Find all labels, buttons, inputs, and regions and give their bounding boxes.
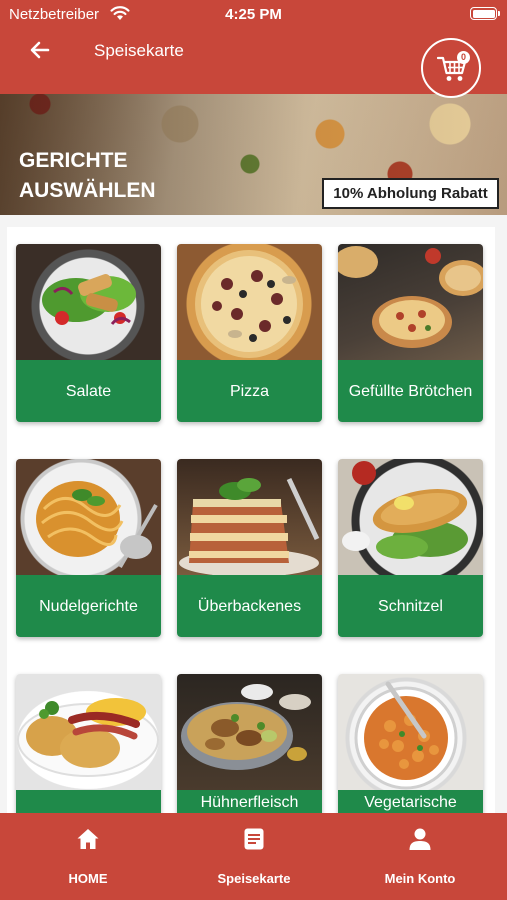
broetchen-image bbox=[338, 244, 483, 360]
nav-speisekarte-label: Speisekarte bbox=[217, 871, 291, 886]
category-label: Pizza bbox=[177, 360, 322, 422]
nav-speisekarte[interactable]: Speisekarte bbox=[194, 813, 314, 900]
category-card-gefuellte-broetchen[interactable]: Gefüllte Brötchen bbox=[338, 244, 483, 422]
veg-image bbox=[338, 674, 483, 790]
hero-banner: GERICHTE AUSWÄHLEN 10% Abholung Rabatt bbox=[0, 94, 507, 215]
nav-home-label: HOME bbox=[68, 871, 108, 886]
bottom-navigation: HOME Speisekarte Mein Konto bbox=[0, 813, 507, 900]
banner-title: GERICHTE AUSWÄHLEN bbox=[19, 149, 156, 202]
page-title: Speisekarte bbox=[94, 41, 184, 60]
category-label: Gefüllte Brötchen bbox=[338, 360, 483, 422]
lasagne-image bbox=[177, 459, 322, 577]
category-card-pizza[interactable]: Pizza bbox=[177, 244, 322, 422]
nav-mein-konto-label: Mein Konto bbox=[384, 871, 456, 886]
category-label: Vegetarische bbox=[338, 790, 483, 813]
status-bar: Netzbetreiber 4:25 PM bbox=[0, 0, 507, 28]
category-card-ueberbackenes[interactable]: Überbackenes bbox=[177, 459, 322, 637]
category-label: Nudelgerichte bbox=[16, 575, 161, 637]
discount-badge: 10% Abholung Rabatt bbox=[322, 178, 499, 209]
status-time: 4:25 PM bbox=[225, 6, 282, 23]
category-card-salate[interactable]: Salate bbox=[16, 244, 161, 422]
category-label bbox=[16, 790, 161, 813]
category-card-schnitzel[interactable]: Schnitzel bbox=[338, 459, 483, 637]
nav-home[interactable]: HOME bbox=[28, 813, 148, 900]
category-label: Überbackenes bbox=[177, 575, 322, 637]
category-card-huehnerfleisch[interactable]: Hühnerfleisch bbox=[177, 674, 322, 813]
cart-count-badge: 0 bbox=[457, 51, 470, 64]
home-icon bbox=[77, 829, 99, 849]
battery-icon bbox=[470, 7, 500, 20]
category-label: Hühnerfleisch bbox=[177, 790, 322, 813]
salad-image bbox=[16, 244, 161, 360]
category-label: Salate bbox=[16, 360, 161, 422]
huhn-image bbox=[177, 674, 322, 790]
cart-button[interactable]: 0 bbox=[421, 38, 481, 98]
category-card-vegetarische[interactable]: Vegetarische bbox=[338, 674, 483, 813]
category-card-nudelgerichte[interactable]: Nudelgerichte bbox=[16, 459, 161, 637]
category-panel: Salate Pizza Gefüllte Brötchen Nudelgeri… bbox=[7, 227, 495, 813]
category-grid: Salate Pizza Gefüllte Brötchen Nudelgeri… bbox=[0, 215, 507, 813]
nudel-image bbox=[16, 459, 161, 575]
back-arrow-icon[interactable] bbox=[28, 38, 52, 62]
roesti-image bbox=[16, 674, 161, 790]
menu-book-icon bbox=[244, 828, 264, 850]
pizza-image bbox=[177, 244, 322, 360]
schnitzel-image bbox=[338, 459, 483, 575]
nav-mein-konto[interactable]: Mein Konto bbox=[360, 813, 480, 900]
user-icon bbox=[409, 828, 431, 850]
category-label: Schnitzel bbox=[338, 575, 483, 637]
category-card-roesti[interactable] bbox=[16, 674, 161, 813]
